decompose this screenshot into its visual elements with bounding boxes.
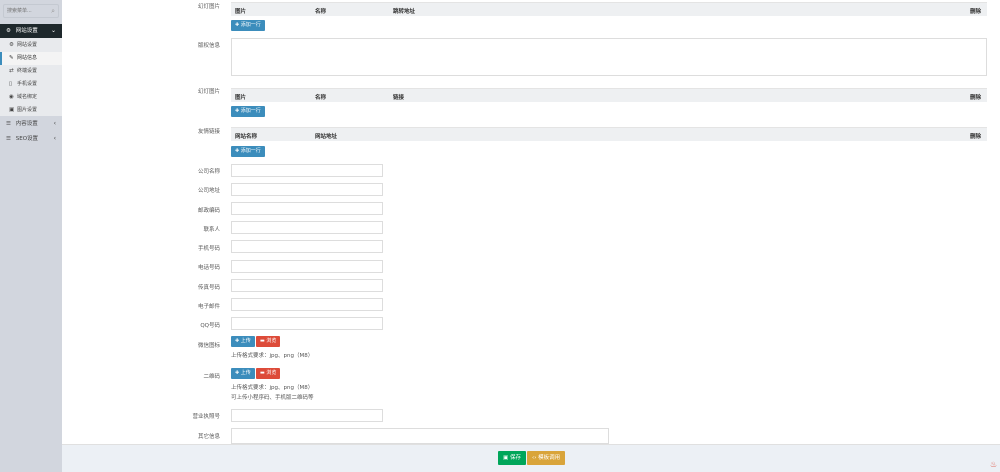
template-call-button[interactable]: ‹› 模板调用 (527, 451, 566, 465)
main-form: 幻灯图片 图片 名称 跳转地址 删除 ✚ 添加一行 版权信息 幻灯图片 图片 名… (62, 0, 1000, 444)
menu-item-content-settings[interactable]: ☰ 内容设置 ‹ (0, 117, 62, 131)
col-link: 跳转地址 (393, 9, 416, 15)
qrcode-hint: 上传格式要求：jpg、png（M8） (231, 385, 314, 391)
menu-item-label: 内容设置 (15, 121, 38, 127)
qrcode-upload-button[interactable]: ✚ 上传 (231, 368, 255, 379)
slides2-label: 幻灯图片 (197, 89, 220, 95)
search-input[interactable] (4, 5, 48, 17)
submenu-item-label: 手机设置 (17, 81, 38, 87)
sidebar: ⌕ ⚙ 网站设置 ⌄ ⚙网站设置 ✎网站信息 ⇄终端设置 ▯手机设置 ◉域名绑定… (0, 0, 62, 472)
col-name: 名称 (315, 95, 327, 101)
license-input[interactable] (231, 409, 383, 422)
other-label: 其它信息 (197, 434, 220, 440)
menu-item-label: SEO设置 (15, 136, 39, 142)
submenu-item-label: 域名绑定 (17, 94, 38, 100)
mobile-label: 手机号码 (197, 246, 220, 252)
submenu-item-label: 网站信息 (17, 55, 38, 61)
col-site-name: 网站名称 (235, 134, 258, 140)
submenu-item-mobile[interactable]: ▯ 手机设置 (0, 78, 62, 91)
submenu-item-site-info[interactable]: ✎ 网站信息 (0, 52, 62, 65)
wechat-upload-button[interactable]: ✚ 上传 (231, 336, 255, 347)
slides-table-header: 图片 名称 跳转地址 删除 (231, 2, 987, 16)
phone-label: 电话号码 (197, 265, 220, 271)
menu-item-label: 网站设置 (15, 28, 38, 34)
qq-input[interactable] (231, 317, 383, 330)
col-image: 图片 (235, 9, 247, 15)
slides-label: 幻灯图片 (197, 4, 220, 10)
fax-label: 传真号码 (197, 285, 220, 291)
submenu-item-site-settings[interactable]: ⚙ 网站设置 (0, 39, 62, 52)
chevron-down-icon: ⌄ (50, 27, 56, 34)
qq-label: QQ号码 (200, 323, 220, 329)
add-slide2-row-button[interactable]: ✚ 添加一行 (231, 106, 265, 117)
add-slide-row-button[interactable]: ✚ 添加一行 (231, 20, 265, 31)
col-delete: 删除 (969, 95, 981, 101)
col-delete: 删除 (969, 134, 981, 140)
col-link: 链接 (393, 95, 405, 101)
submenu-item-terminal[interactable]: ⇄ 终端设置 (0, 65, 62, 78)
qrcode-hint-2: 可上传小程序码、手机版二维码等 (231, 395, 314, 401)
wechat-hint: 上传格式要求：jpg、png（M8） (231, 353, 314, 359)
other-textarea[interactable] (231, 428, 609, 444)
menu-item-seo-settings[interactable]: ☰ SEO设置 ‹ (0, 132, 62, 146)
contact-label: 联系人 (203, 227, 220, 233)
footer-toolbar: ▣ 保存 ‹› 模板调用 (62, 444, 1000, 472)
sidebar-search[interactable]: ⌕ (3, 4, 59, 18)
qrcode-label: 二维码 (203, 374, 220, 380)
license-label: 营业执照号 (192, 414, 220, 420)
submenu-item-images[interactable]: ▣ 图片设置 (0, 104, 62, 117)
search-icon[interactable]: ⌕ (51, 7, 55, 16)
globe-icon: ◉ (9, 94, 14, 100)
company-address-label: 公司地址 (197, 188, 220, 194)
submenu-item-domain[interactable]: ◉ 域名绑定 (0, 91, 62, 104)
col-name: 名称 (315, 9, 327, 15)
menu-item-site-settings[interactable]: ⚙ 网站设置 ⌄ (0, 24, 62, 38)
email-input[interactable] (231, 298, 383, 311)
col-site-url: 网站地址 (315, 134, 338, 140)
postcode-input[interactable] (231, 202, 383, 215)
email-label: 电子邮件 (197, 304, 220, 310)
phone-input[interactable] (231, 260, 383, 273)
company-address-input[interactable] (231, 183, 383, 196)
contact-input[interactable] (231, 221, 383, 234)
submenu: ⚙ 网站设置 ✎ 网站信息 ⇄ 终端设置 ▯ 手机设置 ◉ 域名绑定 ▣ 图片设置 (0, 38, 62, 116)
gear-icon: ⚙ (9, 42, 14, 48)
wechat-browse-button[interactable]: ▬ 浏览 (256, 336, 281, 347)
submenu-item-label: 网站设置 (17, 42, 38, 48)
gear-icon: ⚙ (6, 28, 11, 34)
col-image: 图片 (235, 95, 247, 101)
image-icon: ▣ (9, 107, 15, 113)
share-icon: ⇄ (9, 68, 14, 74)
copyright-textarea[interactable] (231, 38, 987, 76)
qrcode-browse-button[interactable]: ▬ 浏览 (256, 368, 281, 379)
edit-icon: ✎ (9, 55, 14, 61)
list-icon: ☰ (6, 121, 11, 127)
chevron-left-icon: ‹ (53, 120, 56, 127)
list-icon: ☰ (6, 136, 11, 142)
chevron-left-icon: ‹ (53, 135, 56, 142)
submenu-item-label: 图片设置 (17, 107, 38, 113)
wechat-label: 微信图标 (197, 343, 220, 349)
copyright-label: 版权信息 (197, 43, 220, 49)
company-name-label: 公司名称 (197, 169, 220, 175)
submenu-item-label: 终端设置 (17, 68, 38, 74)
mobile-input[interactable] (231, 240, 383, 253)
save-button[interactable]: ▣ 保存 (498, 451, 526, 465)
postcode-label: 邮政编码 (197, 208, 220, 214)
links-table-header: 网站名称 网站地址 删除 (231, 127, 987, 141)
mobile-icon: ▯ (9, 81, 13, 87)
add-link-row-button[interactable]: ✚ 添加一行 (231, 146, 265, 157)
fax-input[interactable] (231, 279, 383, 292)
company-name-input[interactable] (231, 164, 383, 177)
col-delete: 删除 (969, 9, 981, 15)
links-label: 友情链接 (197, 129, 220, 135)
flame-icon[interactable]: ♨ (990, 460, 998, 470)
slides2-table-header: 图片 名称 链接 删除 (231, 88, 987, 102)
